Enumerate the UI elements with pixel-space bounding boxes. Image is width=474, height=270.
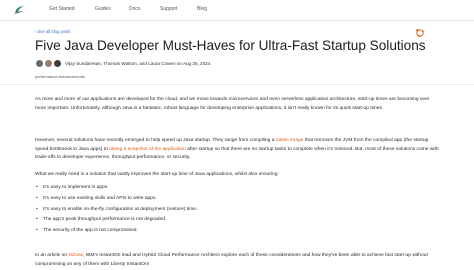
paragraph-text: , IBM's InstantOn lead and Hybrid Cloud … (35, 253, 428, 267)
list-item: It's easy to enable on-the-fly configura… (35, 206, 435, 217)
list-item: It's easy to implement in apps. (35, 184, 435, 195)
author-link[interactable]: Laura Cowen (148, 61, 175, 66)
snapshot-application-link[interactable]: taking a snapshot of the application (109, 147, 186, 152)
see-all-blog-posts-link[interactable]: ‹See all blog posts (35, 29, 70, 34)
post-tag[interactable]: performance-enhancements (35, 74, 85, 79)
author-byline: Vijay Sundaresan, Thomas Watson, and Lau… (65, 61, 210, 66)
paragraph: In an article on DZone, IBM's InstantOn … (35, 252, 441, 269)
author-avatars (35, 59, 63, 68)
paragraph: As more and more of our applications are… (35, 97, 430, 111)
paragraph: What we really need is a solution that v… (35, 172, 279, 177)
list-item: The security of the app is not compromis… (35, 227, 435, 238)
requirements-list: It's easy to implement in apps. It's eas… (35, 184, 435, 238)
avatar[interactable] (53, 59, 62, 68)
author-link[interactable]: Vijay Sundaresan (65, 61, 101, 66)
paragraph: However, several solutions have recently… (35, 137, 441, 163)
openliberty-logo[interactable] (13, 4, 25, 16)
avatar[interactable] (35, 59, 44, 68)
page-title: Five Java Developer Must-Haves for Ultra… (35, 38, 426, 53)
nav-get-started[interactable]: Get Started (49, 6, 75, 12)
publish-date: on Aug 25, 2024 (175, 61, 211, 66)
top-navigation-bar: Get Started Guides Docs Support Blog (0, 0, 474, 21)
avatar[interactable] (44, 59, 53, 68)
nav-guides[interactable]: Guides (95, 6, 111, 12)
list-item: It's easy to use existing skills and API… (35, 195, 435, 206)
back-link-label: See all blog posts (37, 29, 71, 34)
native-image-link[interactable]: native image (276, 138, 304, 143)
dzone-link[interactable]: DZone (68, 253, 83, 258)
nav-support[interactable]: Support (160, 6, 178, 12)
nav-docs[interactable]: Docs (129, 6, 140, 12)
author-separator: , and (136, 61, 149, 66)
share-icon[interactable] (415, 28, 425, 38)
divider (0, 84, 474, 85)
author-link[interactable]: Thomas Watson (103, 61, 136, 66)
paragraph-text: In an article on (35, 253, 69, 258)
nav-blog[interactable]: Blog (197, 6, 207, 12)
list-item: The app's peak throughput performance is… (35, 216, 435, 227)
paragraph-text: However, several solutions have recently… (35, 138, 276, 143)
